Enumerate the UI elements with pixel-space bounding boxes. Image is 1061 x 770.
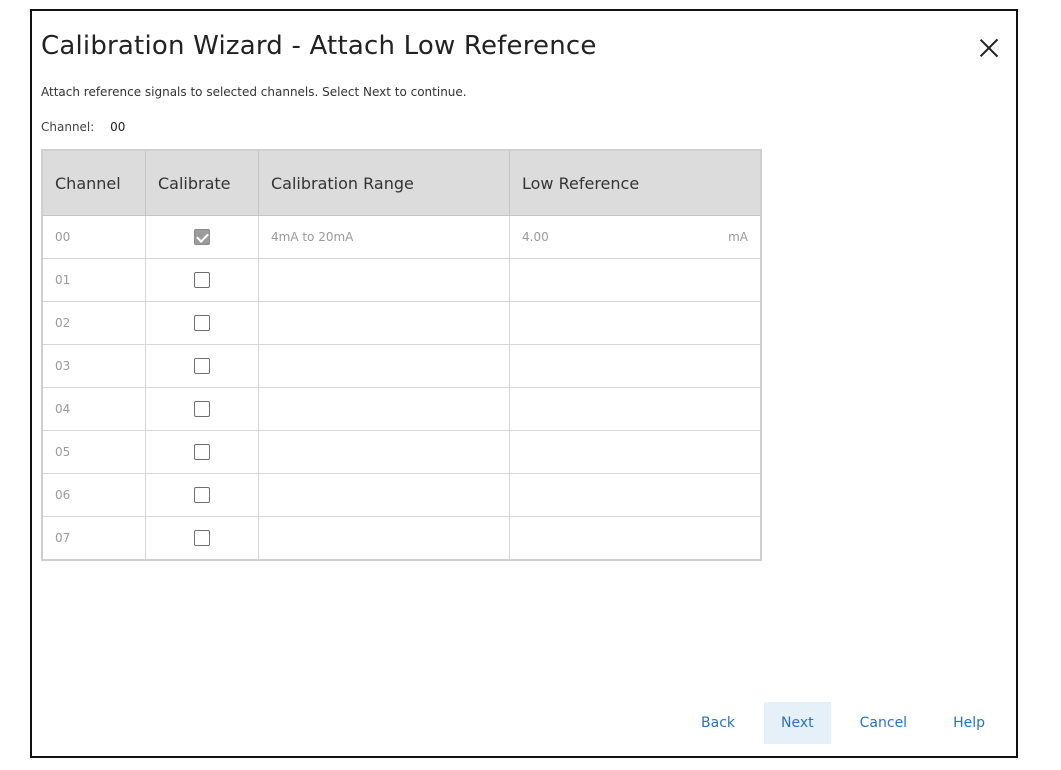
low-reference-cell[interactable]: [509, 473, 762, 517]
column-header-channel: Channel: [42, 150, 146, 216]
calibration-range-cell: 4mA to 20mA: [258, 215, 510, 259]
low-reference-cell[interactable]: [509, 258, 762, 302]
low-reference-unit: mA: [728, 230, 748, 244]
channel-cell: 01: [42, 258, 146, 302]
calibrate-cell: [145, 387, 259, 431]
dialog-title: Calibration Wizard - Attach Low Referenc…: [41, 31, 597, 61]
calibrate-cell: [145, 430, 259, 474]
table-row[interactable]: 04: [42, 387, 762, 431]
channel-cell: 07: [42, 516, 146, 561]
instruction-text: Attach reference signals to selected cha…: [41, 85, 467, 99]
calibrate-cell: [145, 516, 259, 561]
low-reference-cell[interactable]: [509, 430, 762, 474]
column-header-low-reference: Low Reference: [509, 150, 762, 216]
calibrate-cell: [145, 473, 259, 517]
low-reference-cell[interactable]: [509, 344, 762, 388]
help-button[interactable]: Help: [936, 702, 1002, 744]
channel-cell: 00: [42, 215, 146, 259]
low-reference-cell[interactable]: [509, 387, 762, 431]
next-button[interactable]: Next: [764, 702, 831, 744]
calibration-wizard-dialog: Calibration Wizard - Attach Low Referenc…: [30, 9, 1018, 758]
channel-cell: 06: [42, 473, 146, 517]
calibrate-cell: [145, 258, 259, 302]
channel-cell: 04: [42, 387, 146, 431]
low-reference-field[interactable]: 4.00 mA: [522, 230, 748, 244]
channel-cell: 03: [42, 344, 146, 388]
calibrate-checkbox[interactable]: [194, 530, 210, 546]
calibrate-cell: [145, 344, 259, 388]
table-row[interactable]: 03: [42, 344, 762, 388]
table-row[interactable]: 00 4mA to 20mA 4.00 mA: [42, 215, 762, 259]
calibration-range-cell: [258, 473, 510, 517]
channel-cell: 02: [42, 301, 146, 345]
table-header-row: Channel Calibrate Calibration Range Low …: [42, 150, 762, 216]
channel-value: 00: [110, 120, 126, 134]
table-row[interactable]: 07: [42, 516, 762, 561]
channels-table: Channel Calibrate Calibration Range Low …: [41, 149, 762, 561]
close-icon[interactable]: [976, 35, 1002, 61]
table-row[interactable]: 01: [42, 258, 762, 302]
column-header-calibration-range: Calibration Range: [258, 150, 510, 216]
current-channel: Channel: 00: [41, 120, 125, 134]
calibrate-cell: [145, 215, 259, 259]
table-row[interactable]: 02: [42, 301, 762, 345]
calibration-range-cell: [258, 344, 510, 388]
cancel-button[interactable]: Cancel: [843, 702, 924, 744]
calibration-range-cell: [258, 430, 510, 474]
calibration-range-cell: [258, 387, 510, 431]
back-button[interactable]: Back: [684, 702, 752, 744]
channel-label: Channel:: [41, 120, 95, 134]
calibrate-checkbox[interactable]: [194, 358, 210, 374]
calibrate-cell: [145, 301, 259, 345]
calibrate-checkbox[interactable]: [194, 487, 210, 503]
calibrate-checkbox[interactable]: [194, 315, 210, 331]
low-reference-value: 4.00: [522, 230, 549, 244]
column-header-calibrate: Calibrate: [145, 150, 259, 216]
low-reference-cell[interactable]: [509, 301, 762, 345]
table-row[interactable]: 06: [42, 473, 762, 517]
calibrate-checkbox[interactable]: [194, 229, 210, 245]
calibrate-checkbox[interactable]: [194, 444, 210, 460]
calibrate-checkbox[interactable]: [194, 272, 210, 288]
calibration-range-cell: [258, 516, 510, 561]
channel-cell: 05: [42, 430, 146, 474]
low-reference-cell[interactable]: 4.00 mA: [509, 215, 762, 259]
calibration-range-cell: [258, 301, 510, 345]
calibration-range-cell: [258, 258, 510, 302]
dialog-footer: Back Next Cancel Help: [672, 702, 1002, 744]
calibrate-checkbox[interactable]: [194, 401, 210, 417]
table-row[interactable]: 05: [42, 430, 762, 474]
low-reference-cell[interactable]: [509, 516, 762, 561]
